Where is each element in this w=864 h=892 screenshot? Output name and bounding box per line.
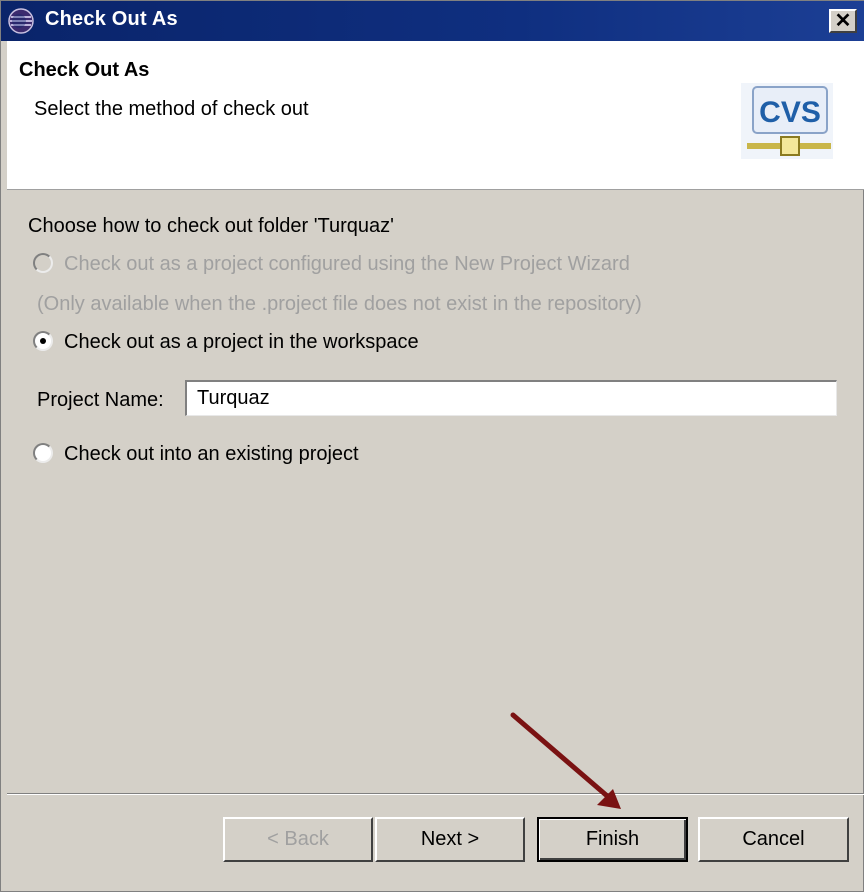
project-name-input[interactable] <box>185 380 837 416</box>
back-button[interactable]: < Back <box>223 817 373 862</box>
next-button[interactable]: Next > <box>375 817 525 862</box>
radio-existing-project[interactable] <box>33 443 53 463</box>
finish-button[interactable]: Finish <box>537 817 688 862</box>
wizard-heading: Check Out As <box>19 59 150 81</box>
checkout-prompt: Choose how to check out folder 'Turquaz' <box>28 215 394 237</box>
cancel-button[interactable]: Cancel <box>698 817 849 862</box>
option-note: (Only available when the .project file d… <box>37 293 642 315</box>
wizard-banner: Check Out As Select the method of check … <box>7 41 864 190</box>
option-new-project-wizard-label: Check out as a project configured using … <box>64 253 630 275</box>
check-out-as-dialog: Check Out As ✕ Check Out As Select the m… <box>0 0 864 892</box>
eclipse-icon <box>8 8 34 34</box>
wizard-description: Select the method of check out <box>34 98 309 120</box>
option-existing-project-label[interactable]: Check out into an existing project <box>64 443 359 466</box>
button-bar-separator <box>7 793 864 795</box>
window-title: Check Out As <box>45 8 178 30</box>
option-project-in-workspace-label[interactable]: Check out as a project in the workspace <box>64 331 419 354</box>
radio-project-in-workspace[interactable] <box>33 331 53 351</box>
radio-new-project-wizard <box>33 253 53 273</box>
close-button[interactable]: ✕ <box>829 9 857 33</box>
project-name-label: Project Name: <box>37 389 164 411</box>
wizard-content: Choose how to check out folder 'Turquaz'… <box>7 189 864 799</box>
title-bar[interactable]: Check Out As ✕ <box>1 1 864 41</box>
annotation-arrow-icon <box>510 712 621 809</box>
cvs-logo-icon: CVS <box>741 83 833 159</box>
cvs-logo-text: CVS <box>759 96 821 129</box>
